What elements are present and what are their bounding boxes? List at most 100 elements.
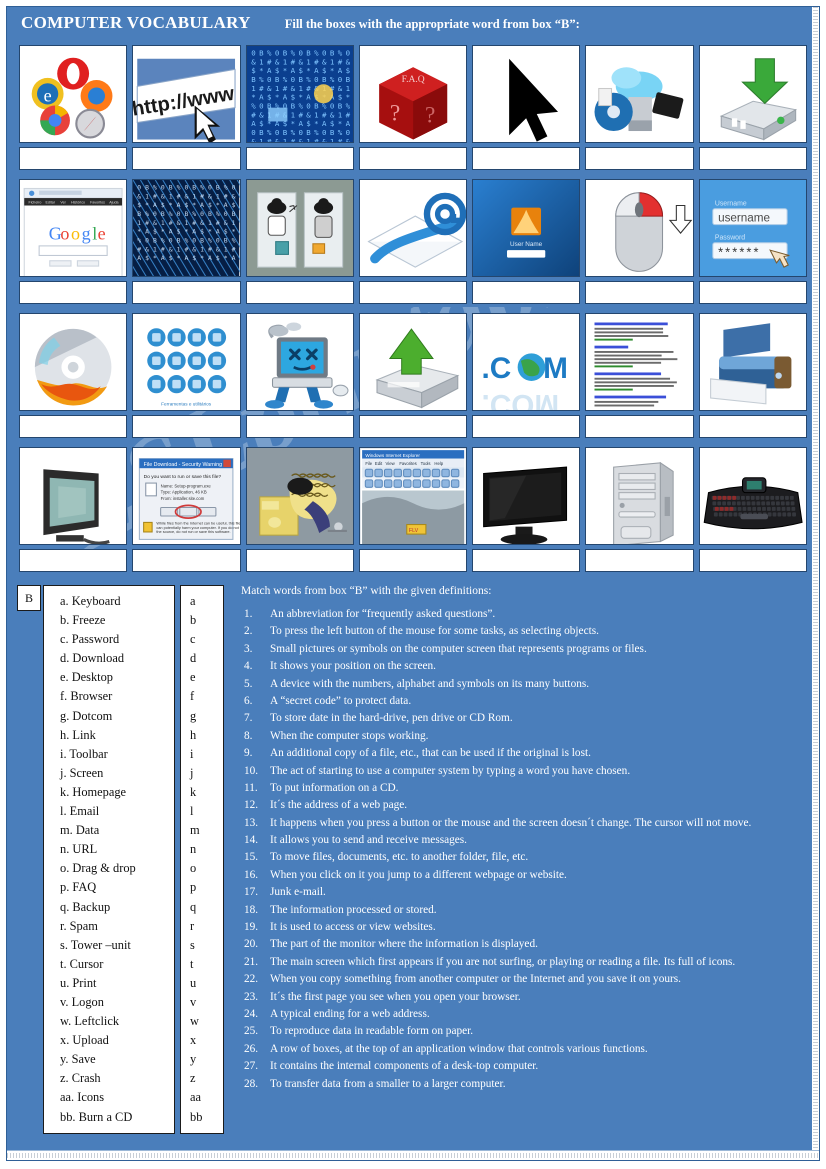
answer-box[interactable] [359, 281, 467, 304]
answer-box[interactable] [246, 281, 354, 304]
email-envelope-at-icon [360, 180, 466, 276]
definition-text: A device with the numbers, alphabet and … [270, 676, 811, 692]
answer-box[interactable] [19, 415, 127, 438]
answer-box[interactable] [699, 415, 807, 438]
answer-box[interactable] [699, 549, 807, 572]
box-b-answer-item[interactable]: d [190, 649, 219, 668]
answer-box[interactable] [132, 147, 240, 170]
answer-box[interactable] [585, 415, 693, 438]
svg-text:&: & [345, 137, 350, 143]
answer-box[interactable] [19, 281, 127, 304]
svg-text:Tools: Tools [420, 461, 430, 466]
answer-box[interactable] [359, 415, 467, 438]
svg-text:#: # [138, 245, 142, 253]
box-b-answer-item[interactable]: v [190, 993, 219, 1012]
answer-box[interactable] [472, 415, 580, 438]
svg-text:B: B [224, 236, 228, 244]
answer-box[interactable] [132, 281, 240, 304]
svg-text:&: & [290, 84, 295, 93]
box-b-answer-item[interactable]: c [190, 630, 219, 649]
answer-box[interactable] [246, 415, 354, 438]
svg-text:0: 0 [185, 184, 189, 192]
lower-section: B a. Keyboard b. Freeze c. Password d. Down… [7, 581, 819, 1134]
answer-box[interactable] [585, 281, 693, 304]
svg-text:*: * [274, 93, 278, 102]
box-b-answer-item[interactable]: bb [190, 1108, 219, 1127]
answer-box[interactable] [19, 147, 127, 170]
answer-box[interactable] [359, 549, 467, 572]
mouse-leftclick-icon [586, 180, 692, 276]
svg-text:%: % [153, 184, 157, 192]
box-b-answer-item[interactable]: b [190, 611, 219, 630]
svg-text:B: B [290, 101, 295, 110]
definition-text: It shows your position on the screen. [270, 658, 811, 674]
picture-cell [699, 313, 807, 411]
svg-text:B: B [177, 236, 181, 244]
svg-text:Ficheiro: Ficheiro [29, 200, 42, 204]
answer-box[interactable] [699, 281, 807, 304]
box-b-answer-item[interactable]: w [190, 1012, 219, 1031]
box-b-answer-item[interactable]: m [190, 821, 219, 840]
answer-box[interactable] [132, 549, 240, 572]
svg-text:$: $ [169, 254, 173, 262]
box-b-answer-item[interactable]: y [190, 1050, 219, 1069]
box-b-answer-item[interactable]: z [190, 1069, 219, 1088]
answer-box[interactable] [585, 549, 693, 572]
svg-text:#: # [282, 84, 287, 93]
box-b-answer-item[interactable]: h [190, 726, 219, 745]
definition-item: 4. It shows your position on the screen. [241, 658, 811, 674]
answer-box[interactable] [246, 549, 354, 572]
svg-text:#: # [185, 245, 189, 253]
answer-row [13, 415, 813, 438]
box-b-answer-item[interactable]: r [190, 917, 219, 936]
box-b-answer-item[interactable]: aa [190, 1088, 219, 1107]
svg-text:0: 0 [298, 128, 302, 137]
answer-box[interactable] [585, 147, 693, 170]
box-b-answer-item[interactable]: g [190, 707, 219, 726]
svg-text:B: B [145, 184, 149, 192]
svg-text:B: B [193, 184, 197, 192]
box-b-answer-item[interactable]: u [190, 974, 219, 993]
svg-text:Edit: Edit [375, 461, 383, 466]
password-login-form-icon: Username username Password ****** [700, 180, 806, 276]
worksheet-header: COMPUTER VOCABULARY Fill the boxes with … [7, 7, 819, 45]
svg-text:A: A [145, 228, 149, 236]
answer-box[interactable] [699, 147, 807, 170]
definition-number: 1. [241, 606, 270, 622]
box-b-word-item: b. Freeze [60, 611, 170, 630]
box-b-answer-item[interactable]: e [190, 668, 219, 687]
svg-text:#: # [208, 245, 212, 253]
svg-text:#: # [290, 57, 295, 66]
svg-text:g: g [82, 224, 91, 244]
svg-text:%: % [177, 184, 181, 192]
answer-box[interactable] [359, 147, 467, 170]
answer-box[interactable] [246, 147, 354, 170]
answer-box[interactable] [472, 147, 580, 170]
svg-text:B: B [298, 75, 303, 84]
answer-box[interactable] [472, 549, 580, 572]
definition-number: 10. [241, 763, 270, 779]
answer-box[interactable] [132, 415, 240, 438]
web-browsers-icon: e [20, 46, 126, 142]
box-b-answer-item[interactable]: o [190, 859, 219, 878]
svg-text:&: & [224, 219, 228, 227]
box-b-answer-item[interactable]: p [190, 878, 219, 897]
box-b-answer-item[interactable]: t [190, 955, 219, 974]
box-b-word-item: p. FAQ [60, 878, 170, 897]
box-b-answer-item[interactable]: f [190, 687, 219, 706]
answer-box[interactable] [472, 281, 580, 304]
box-b-answer-item[interactable]: x [190, 1031, 219, 1050]
svg-text:B: B [329, 128, 334, 137]
answer-box[interactable] [19, 549, 127, 572]
box-b-answer-item[interactable]: j [190, 764, 219, 783]
box-b-answer-item[interactable]: k [190, 783, 219, 802]
box-b-answer-item[interactable]: q [190, 898, 219, 917]
box-b-answer-item[interactable]: s [190, 936, 219, 955]
definition-number: 7. [241, 710, 270, 726]
definition-number: 19. [241, 919, 270, 935]
box-b-answer-item[interactable]: a [190, 592, 219, 611]
picture-cell: F.A.Q?? [359, 45, 467, 143]
box-b-answer-item[interactable]: n [190, 840, 219, 859]
box-b-answer-item[interactable]: i [190, 745, 219, 764]
box-b-answer-item[interactable]: l [190, 802, 219, 821]
